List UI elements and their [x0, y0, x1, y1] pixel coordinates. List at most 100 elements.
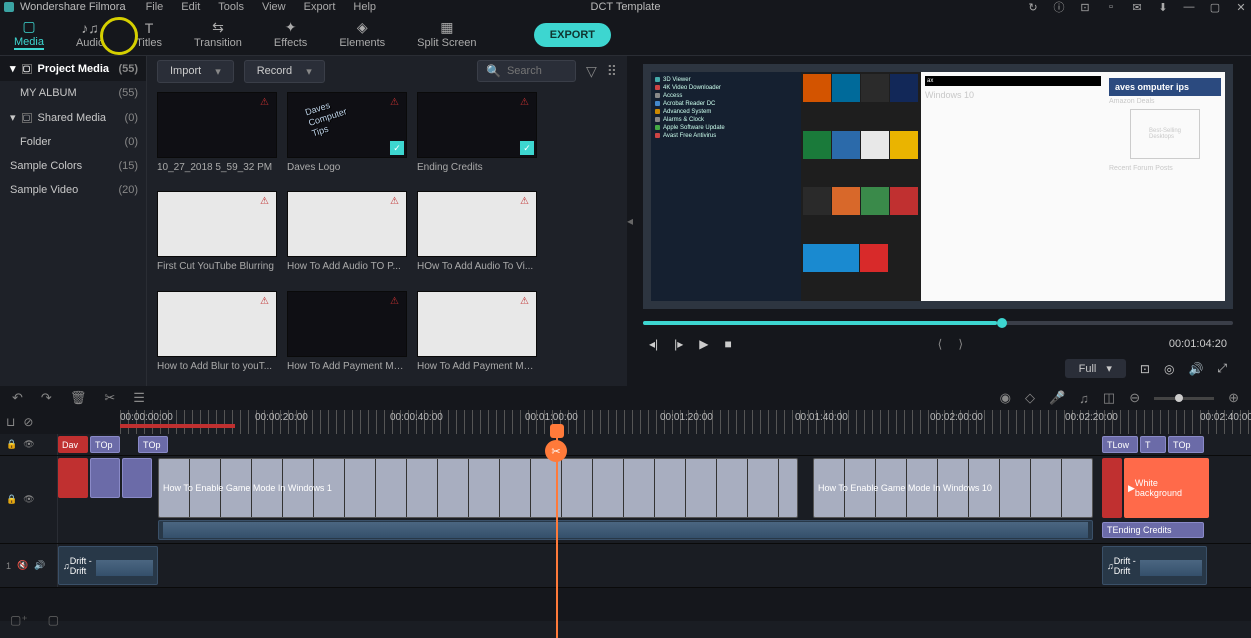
- media-item[interactable]: ⚠How to Add Blur to youT...: [157, 291, 277, 380]
- clip-title[interactable]: T Op: [1168, 436, 1204, 453]
- bracket-left-icon[interactable]: ⟨: [938, 337, 943, 351]
- tab-split-screen[interactable]: ▦ Split Screen: [413, 19, 480, 51]
- maximize-icon[interactable]: ▢: [1209, 1, 1221, 13]
- save-icon[interactable]: ▫: [1105, 1, 1117, 13]
- menu-edit[interactable]: Edit: [181, 1, 200, 13]
- menu-view[interactable]: View: [262, 1, 286, 13]
- magnet-icon[interactable]: ⊔: [6, 415, 15, 429]
- clip-title[interactable]: T Low: [1102, 436, 1138, 453]
- clip-video[interactable]: [1102, 458, 1122, 518]
- ruler-label: 00:02:40:00: [1200, 412, 1251, 423]
- sidebar-item-folder[interactable]: Folder (0): [0, 130, 146, 154]
- tab-effects[interactable]: ✦ Effects: [270, 19, 311, 51]
- tab-media[interactable]: ▢ Media: [10, 18, 48, 52]
- redo-icon[interactable]: ↷: [41, 390, 52, 406]
- clip-video[interactable]: [122, 458, 152, 498]
- sync-icon[interactable]: ↻: [1027, 1, 1039, 13]
- sidebar-item-my-album[interactable]: MY ALBUM (55): [0, 81, 146, 105]
- download-icon[interactable]: ⬇: [1157, 1, 1169, 13]
- play-icon[interactable]: ▶: [699, 337, 708, 351]
- clip-video[interactable]: [58, 458, 88, 498]
- clip-video[interactable]: How To Enable Game Mode In Windows 10: [813, 458, 1093, 518]
- media-item[interactable]: ⚠How To Add Payment Me...: [417, 291, 537, 380]
- clip-audio[interactable]: ♫ Drift - Drift: [1102, 546, 1207, 585]
- import-dropdown[interactable]: Import: [157, 60, 234, 83]
- clip-video[interactable]: How To Enable Game Mode In Windows 1: [158, 458, 798, 518]
- zoom-out-icon[interactable]: ⊖: [1129, 390, 1140, 406]
- prev-frame-icon[interactable]: ◂|: [649, 337, 658, 351]
- link-icon[interactable]: ⊘: [23, 415, 33, 429]
- search-input[interactable]: [507, 65, 567, 77]
- media-item[interactable]: ⚠HOw To Add Audio To Vi...: [417, 191, 537, 280]
- lock-icon[interactable]: 🔒: [6, 494, 17, 505]
- media-item[interactable]: ⚠How To Add Audio TO P...: [287, 191, 407, 280]
- volume-icon[interactable]: 🔊: [1188, 362, 1203, 376]
- menu-file[interactable]: File: [146, 1, 164, 13]
- minimize-icon[interactable]: —: [1183, 1, 1195, 13]
- menu-export[interactable]: Export: [304, 1, 336, 13]
- clip-title[interactable]: T Ending Credits: [1102, 522, 1204, 538]
- adjust-icon[interactable]: ☰: [133, 390, 145, 406]
- export-button[interactable]: EXPORT: [534, 23, 611, 47]
- crop-icon[interactable]: ◫: [1103, 390, 1115, 406]
- playhead[interactable]: [550, 424, 564, 438]
- volume-icon[interactable]: 🔊: [34, 560, 45, 571]
- preview-tiles: [801, 72, 921, 301]
- clip-title[interactable]: Dav: [58, 436, 88, 453]
- info-icon[interactable]: ⓘ: [1053, 1, 1065, 13]
- marker-icon[interactable]: ◇: [1025, 390, 1035, 406]
- sidebar-item-sample-video[interactable]: Sample Video (20): [0, 178, 146, 202]
- close-icon[interactable]: ✕: [1235, 1, 1247, 13]
- sidebar-item-shared-media[interactable]: ▾ ▢ Shared Media (0): [0, 105, 146, 130]
- tab-titles[interactable]: T Titles: [132, 19, 166, 51]
- mute-icon[interactable]: 🔇: [17, 560, 28, 571]
- display-icon[interactable]: ⊡: [1140, 362, 1150, 376]
- lock-icon[interactable]: 🔒: [6, 439, 17, 450]
- ruler[interactable]: ✂ 00:00:00:0000:00:20:0000:00:40:0000:01…: [120, 410, 1251, 434]
- menu-tools[interactable]: Tools: [218, 1, 244, 13]
- clip-title[interactable]: T: [1140, 436, 1166, 453]
- cut-icon[interactable]: ✂: [104, 390, 115, 406]
- media-thumbnail: ⚠: [157, 92, 277, 158]
- clip-title[interactable]: T Op: [138, 436, 168, 453]
- clip-audio[interactable]: ♫ Drift - Drift: [58, 546, 158, 585]
- grid-view-icon[interactable]: ⠿: [607, 63, 617, 80]
- expand-icon[interactable]: ⤢: [1217, 361, 1227, 376]
- eye-icon[interactable]: 👁: [23, 439, 34, 450]
- music-icon[interactable]: ♫: [1079, 391, 1089, 406]
- menu-help[interactable]: Help: [353, 1, 376, 13]
- eye-icon[interactable]: 👁: [23, 494, 34, 505]
- scissors-icon[interactable]: ✂: [545, 440, 567, 462]
- tab-audio[interactable]: ♪♫ Audio: [72, 19, 108, 51]
- record-dropdown[interactable]: Record: [244, 60, 325, 83]
- tab-elements[interactable]: ◈ Elements: [335, 19, 389, 51]
- sidebar-item-sample-colors[interactable]: Sample Colors (15): [0, 154, 146, 178]
- zoom-in-icon[interactable]: ⊕: [1228, 390, 1239, 406]
- media-item[interactable]: ⚠✓DavesComputerTipsDaves Logo: [287, 92, 407, 181]
- user-icon[interactable]: ⊡: [1079, 1, 1091, 13]
- sidebar-item-project-media[interactable]: ▾ ▢ Project Media (55): [0, 56, 146, 81]
- media-item[interactable]: ⚠✓Ending Credits: [417, 92, 537, 181]
- render-icon[interactable]: ◉: [1000, 390, 1011, 406]
- snapshot-icon[interactable]: ◎: [1164, 362, 1174, 376]
- media-item[interactable]: ⚠First Cut YouTube Blurring: [157, 191, 277, 280]
- clip-title[interactable]: T Op: [90, 436, 120, 453]
- next-frame-icon[interactable]: |▸: [674, 337, 683, 351]
- voiceover-icon[interactable]: 🎤: [1049, 390, 1065, 406]
- media-item[interactable]: ⚠10_27_2018 5_59_32 PM: [157, 92, 277, 181]
- clip-video[interactable]: ▶ White background: [1124, 458, 1209, 518]
- preview-progress[interactable]: [643, 321, 1233, 325]
- delete-icon[interactable]: 🗑: [70, 390, 87, 406]
- filter-icon[interactable]: ▽: [586, 63, 597, 80]
- mail-icon[interactable]: ✉: [1131, 1, 1143, 13]
- splitter[interactable]: ◂: [627, 56, 635, 386]
- scale-select[interactable]: Full ▾: [1065, 359, 1126, 378]
- zoom-slider[interactable]: [1154, 397, 1214, 400]
- stop-icon[interactable]: ■: [725, 337, 732, 351]
- undo-icon[interactable]: ↶: [12, 390, 23, 406]
- tab-transition[interactable]: ⇆ Transition: [190, 19, 246, 51]
- media-item[interactable]: ⚠How To Add Payment Me...: [287, 291, 407, 380]
- bracket-right-icon[interactable]: ⟩: [958, 337, 963, 351]
- clip-audio-embedded[interactable]: [158, 520, 1093, 540]
- clip-video[interactable]: [90, 458, 120, 498]
